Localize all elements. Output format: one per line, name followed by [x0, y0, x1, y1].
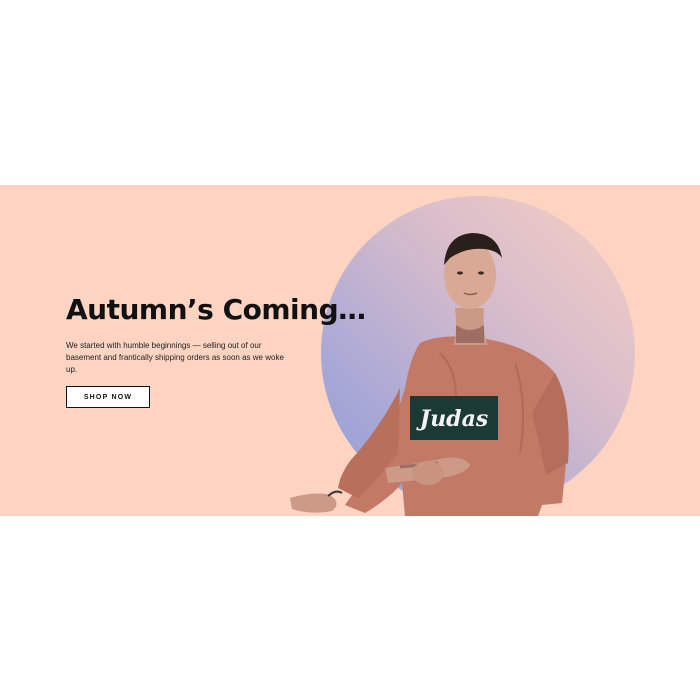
hero-title: Autumn’s Coming…	[66, 293, 366, 326]
shop-now-button[interactable]: SHOP NOW	[66, 386, 150, 408]
hero-banner: Judas Autumn’s Coming… We started with h…	[0, 185, 700, 516]
page: Judas Autumn’s Coming… We started with h…	[0, 0, 700, 700]
hero-description: We started with humble beginnings — sell…	[66, 341, 284, 374]
sweater-print-text: Judas	[416, 406, 488, 432]
hero-copy: Autumn’s Coming… We started with humble …	[66, 293, 366, 376]
